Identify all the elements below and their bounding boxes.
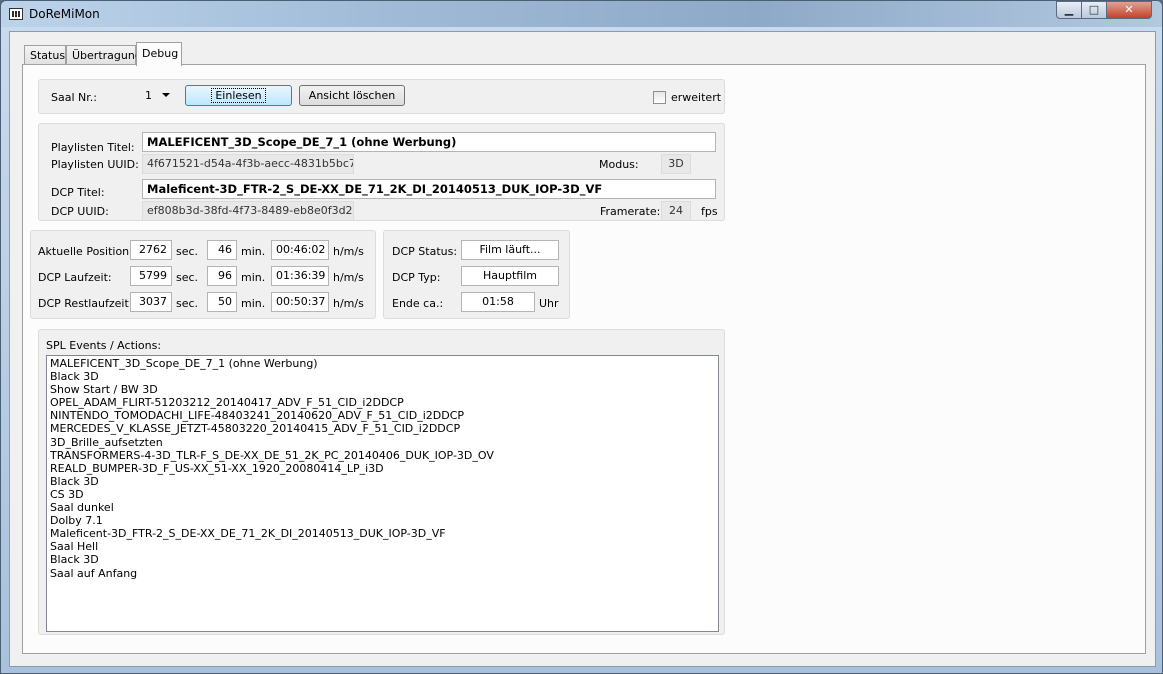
timing-group: Aktuelle Position: 2762 sec. 46 min. 00:… (30, 230, 376, 319)
sec-unit: sec. (176, 297, 199, 310)
position-hms-field[interactable]: 00:46:02 (271, 240, 329, 260)
dcp-typ-field[interactable]: Hauptfilm (461, 266, 559, 286)
events-listbox[interactable]: MALEFICENT_3D_Scope_DE_7_1 (ohne Werbung… (46, 355, 719, 632)
list-item[interactable]: Show Start / BW 3D (50, 383, 715, 396)
dcp-uuid-label: DCP UUID: (51, 205, 109, 218)
status-group: DCP Status: Film läuft... DCP Typ: Haupt… (383, 230, 570, 319)
minimize-icon: ▁ (1064, 3, 1074, 16)
list-item[interactable]: MALEFICENT_3D_Scope_DE_7_1 (ohne Werbung… (50, 357, 715, 370)
restlaufzeit-min-field[interactable]: 50 (207, 292, 237, 312)
window-title: DoReMiMon (29, 7, 100, 21)
list-item[interactable]: Dolby 7.1 (50, 514, 715, 527)
ende-label: Ende ca.: (392, 297, 444, 310)
position-min-field[interactable]: 46 (207, 240, 237, 260)
fps-label: fps (701, 205, 718, 218)
playlist-title-label: Playlisten Titel: (51, 141, 135, 154)
list-item[interactable]: NINTENDO_TOMODACHI_LIFE-48403241_2014062… (50, 409, 715, 422)
list-item[interactable]: Black 3D (50, 370, 715, 383)
dcp-title-field[interactable]: Maleficent-3D_FTR-2_S_DE-XX_DE_71_2K_DI_… (142, 179, 716, 199)
min-unit: min. (241, 271, 266, 284)
dcp-typ-label: DCP Typ: (392, 271, 441, 284)
controls-group: Saal Nr.: 1 Einlesen Ansicht löschen erw… (38, 79, 725, 114)
framerate-field: 24 (661, 201, 691, 221)
app-window: DoReMiMon ▁ □ ✕ Status Übertragung Debug… (0, 0, 1163, 674)
restlaufzeit-sec-field[interactable]: 3037 (130, 292, 172, 312)
title-bar[interactable]: DoReMiMon ▁ □ ✕ (1, 1, 1162, 27)
list-item[interactable]: Saal Hell (50, 540, 715, 553)
dcp-status-field[interactable]: Film läuft... (461, 240, 559, 260)
app-icon[interactable] (9, 8, 23, 20)
events-label: SPL Events / Actions: (46, 339, 162, 352)
saal-select[interactable]: 1 (142, 85, 172, 106)
playlist-uuid-label: Playlisten UUID: (51, 158, 139, 171)
laufzeit-min-field[interactable]: 96 (207, 266, 237, 286)
close-button[interactable]: ✕ (1106, 1, 1152, 19)
position-sec-field[interactable]: 2762 (130, 240, 172, 260)
laufzeit-sec-field[interactable]: 5799 (130, 266, 172, 286)
erweitert-checkbox[interactable] (653, 91, 666, 104)
hms-unit: h/m/s (333, 271, 364, 284)
list-item[interactable]: OPEL_ADAM_FLIRT-51203212_20140417_ADV_F_… (50, 396, 715, 409)
tab-uebertragung[interactable]: Übertragung (66, 45, 142, 65)
modus-label-text: Modus: (599, 158, 639, 171)
restlaufzeit-hms-field[interactable]: 00:50:37 (271, 292, 329, 312)
playlist-dcp-group: Playlisten Titel: MALEFICENT_3D_Scope_DE… (38, 123, 725, 221)
ende-unit: Uhr (539, 297, 559, 310)
timing-label: DCP Restlaufzeit: (38, 297, 133, 310)
list-item[interactable]: CS 3D (50, 488, 715, 501)
hms-unit: h/m/s (333, 245, 364, 258)
min-unit: min. (241, 245, 266, 258)
client-area: Status Übertragung Debug Saal Nr.: 1 Ein… (9, 31, 1156, 667)
dcp-status-label: DCP Status: (392, 245, 458, 258)
events-group: SPL Events / Actions: MALEFICENT_3D_Scop… (38, 329, 725, 635)
sec-unit: sec. (176, 245, 199, 258)
ansicht-loeschen-button[interactable]: Ansicht löschen (299, 85, 405, 106)
list-item[interactable]: Saal dunkel (50, 501, 715, 514)
list-item[interactable]: Maleficent-3D_FTR-2_S_DE-XX_DE_71_2K_DI_… (50, 527, 715, 540)
list-item[interactable]: MERCEDES_V_KLASSE_JETZT-45803220_2014041… (50, 422, 715, 435)
maximize-button[interactable]: □ (1081, 1, 1107, 19)
tab-status[interactable]: Status (24, 45, 66, 65)
hms-unit: h/m/s (333, 297, 364, 310)
dcp-uuid-field: ef808b3d-38fd-4f73-8489-eb8e0f3d2ac8 (142, 201, 354, 221)
framerate-label: Framerate: (600, 205, 661, 218)
ende-field[interactable]: 01:58 (461, 292, 535, 312)
chevron-down-icon (162, 93, 170, 97)
timing-label: DCP Laufzeit: (38, 271, 112, 284)
saal-label: Saal Nr.: (51, 91, 97, 104)
tab-debug[interactable]: Debug (136, 42, 182, 66)
min-unit: min. (241, 297, 266, 310)
saal-select-value: 1 (145, 89, 152, 102)
modus-field: 3D (661, 154, 691, 174)
einlesen-button-label: Einlesen (211, 88, 266, 103)
erweitert-label: erweitert (671, 91, 722, 104)
maximize-icon: □ (1088, 3, 1100, 16)
sec-unit: sec. (176, 271, 199, 284)
list-item[interactable]: REALD_BUMPER-3D_F_US-XX_51-XX_1920_20080… (50, 462, 715, 475)
playlist-uuid-field: 4f671521-d54a-4f3b-aecc-4831b5bc7c11 (142, 154, 354, 174)
list-item[interactable]: Black 3D (50, 475, 715, 488)
list-item[interactable]: 3D_Brille_aufsetzten (50, 436, 715, 449)
ansicht-loeschen-label: Ansicht löschen (308, 89, 396, 102)
einlesen-button[interactable]: Einlesen (185, 85, 292, 106)
timing-label: Aktuelle Position: (38, 245, 133, 258)
debug-tab-page: Saal Nr.: 1 Einlesen Ansicht löschen erw… (22, 64, 1146, 654)
minimize-button[interactable]: ▁ (1056, 1, 1082, 19)
laufzeit-hms-field[interactable]: 01:36:39 (271, 266, 329, 286)
close-icon: ✕ (1124, 3, 1134, 16)
dcp-title-label: DCP Titel: (51, 186, 105, 199)
list-item[interactable]: TRANSFORMERS-4-3D_TLR-F_S_DE-XX_DE_51_2K… (50, 449, 715, 462)
list-item[interactable]: Saal auf Anfang (50, 567, 715, 580)
playlist-title-field[interactable]: MALEFICENT_3D_Scope_DE_7_1 (ohne Werbung… (142, 132, 716, 152)
list-item[interactable]: Black 3D (50, 553, 715, 566)
